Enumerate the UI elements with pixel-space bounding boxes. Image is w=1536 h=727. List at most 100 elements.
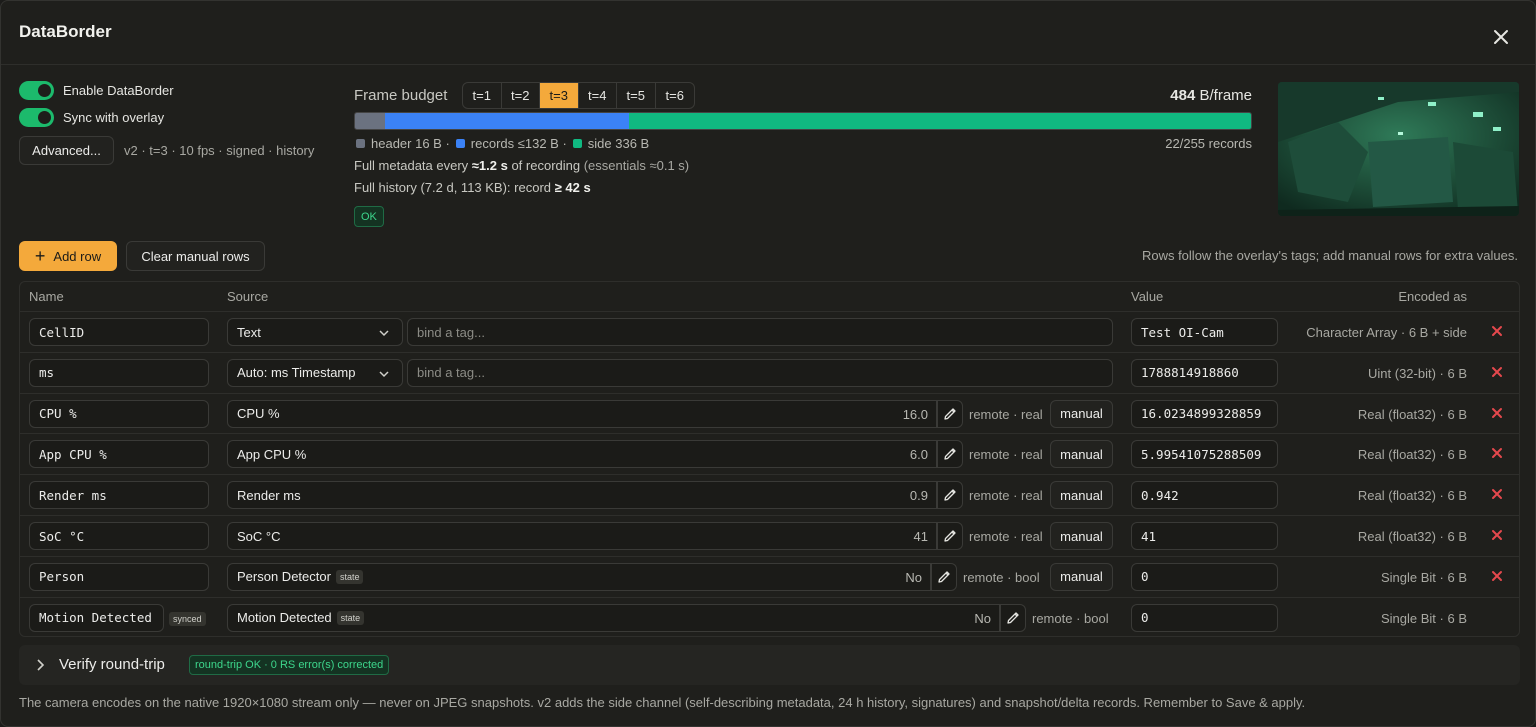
- dialog-title: DataBorder: [19, 22, 112, 41]
- manual-button[interactable]: manual: [1050, 522, 1113, 550]
- encoded-as: Character Array · 6 B + side: [1306, 325, 1467, 340]
- row-name-input[interactable]: CPU %: [29, 399, 209, 428]
- state-tag: state: [336, 610, 365, 625]
- x-delete-icon[interactable]: [1489, 405, 1505, 421]
- table-row: App CPU % App CPU % 6.0 remote · real manual…: [20, 433, 1519, 474]
- budget-segment-side: [628, 113, 1251, 129]
- row-value-input[interactable]: 0: [1131, 603, 1278, 632]
- row-name-input[interactable]: CellID: [29, 318, 209, 346]
- column-header-name: Name: [29, 289, 64, 304]
- source-reading: 0.9: [909, 488, 928, 504]
- chevron-down-icon: [378, 327, 390, 342]
- advanced-button[interactable]: Advanced...: [19, 136, 114, 165]
- budget-legend: header 16 B · records ≤132 B · side 336 …: [354, 136, 649, 151]
- x-delete-icon[interactable]: [1489, 364, 1505, 380]
- source-select[interactable]: Text: [227, 318, 403, 346]
- tab-t2[interactable]: t=2: [502, 83, 540, 108]
- tab-t3[interactable]: t=3: [540, 83, 579, 108]
- advanced-summary: v2 · t=3 · 10 fps · signed · history: [124, 143, 315, 158]
- manual-button[interactable]: manual: [1050, 481, 1113, 510]
- row-value-input[interactable]: 0.942: [1131, 481, 1278, 510]
- table-row: SoC °C SoC °C 41 remote · real manual 41 Real …: [20, 515, 1519, 556]
- source-field: SoC °C 41: [227, 522, 937, 550]
- manual-button[interactable]: manual: [1050, 562, 1113, 591]
- bind-tag-input[interactable]: bind a tag...: [407, 358, 1113, 387]
- chevron-right-icon: [37, 659, 45, 671]
- plus-icon: +: [34, 246, 46, 266]
- verify-label: Verify round-trip: [59, 656, 165, 673]
- tab-t4[interactable]: t=4: [579, 83, 617, 108]
- verify-round-trip-section[interactable]: Verify round-trip round-trip OK · 0 RS e…: [19, 645, 1520, 685]
- bytes-value: 484: [1170, 87, 1196, 104]
- add-row-button[interactable]: + Add row: [19, 241, 117, 271]
- pencil-icon[interactable]: [931, 562, 957, 591]
- row-name-input[interactable]: Person: [29, 562, 209, 591]
- pencil-icon[interactable]: [937, 399, 963, 428]
- pencil-icon[interactable]: [1000, 603, 1026, 632]
- row-name-input[interactable]: ms: [29, 358, 209, 387]
- table-row: Person Person Detector state No remote · boo…: [20, 555, 1519, 597]
- toggle-label: Sync with overlay: [63, 109, 165, 125]
- rows-table: Name Source Value Encoded as CellID Text b…: [19, 281, 1520, 637]
- row-value-input[interactable]: 16.0234899328859: [1131, 399, 1278, 428]
- budget-segment-records: [384, 113, 629, 129]
- tab-t1[interactable]: t=1: [463, 83, 502, 108]
- source-name: App CPU %: [237, 446, 307, 462]
- state-tag: state: [335, 569, 364, 584]
- pencil-icon[interactable]: [937, 522, 963, 550]
- row-value-input[interactable]: 1788814918860: [1131, 358, 1278, 387]
- row-value-input[interactable]: Test OI-Cam: [1131, 318, 1278, 346]
- manual-button[interactable]: manual: [1050, 399, 1113, 428]
- source-select[interactable]: Auto: ms Timestamp: [227, 358, 403, 387]
- encoded-as: Real (float32) · 6 B: [1357, 529, 1467, 544]
- row-name-input[interactable]: App CPU %: [29, 440, 209, 469]
- bind-tag-input[interactable]: bind a tag...: [407, 318, 1113, 346]
- side-swatch: [572, 139, 582, 148]
- sync-overlay-toggle[interactable]: [19, 107, 54, 127]
- databorder-dialog: DataBorder Enable DataBorder Sync with o…: [0, 0, 1536, 727]
- synced-tag: synced: [169, 611, 206, 626]
- frame-budget-bar: [354, 112, 1252, 130]
- camera-preview-image: [1278, 82, 1519, 216]
- source-meta: remote · real: [969, 529, 1043, 544]
- sync-overlay-toggle-row[interactable]: Sync with overlay: [19, 107, 164, 127]
- source-field: Motion Detected state No: [227, 603, 1000, 632]
- rows-hint: Rows follow the overlay's tags; add manu…: [1141, 248, 1518, 263]
- row-value-input[interactable]: 0: [1131, 562, 1278, 591]
- source-name: Motion Detected: [237, 610, 332, 626]
- table-row: CPU % CPU % 16.0 remote · real manual 16.0234…: [20, 392, 1519, 434]
- tier-tabs: t=1 t=2 t=3 t=4 t=5 t=6: [462, 82, 695, 109]
- enable-databorder-toggle-row[interactable]: Enable DataBorder: [19, 80, 174, 100]
- row-value-input[interactable]: 41: [1131, 522, 1278, 550]
- close-icon[interactable]: [1489, 25, 1513, 49]
- history-line: Full history (7.2 d, 113 KB): record ≥ 4…: [354, 180, 591, 195]
- enable-databorder-toggle[interactable]: [19, 80, 54, 100]
- x-delete-icon[interactable]: [1489, 568, 1505, 584]
- table-row: CellID Text bind a tag... Test OI-Cam Charac…: [20, 311, 1519, 352]
- legend-side: side 336 B: [587, 136, 650, 151]
- row-value-input[interactable]: 5.99541075288509: [1131, 440, 1278, 469]
- row-name-input[interactable]: Motion Detected: [29, 603, 164, 632]
- row-name-input[interactable]: SoC °C: [29, 522, 209, 550]
- tab-t6[interactable]: t=6: [656, 83, 695, 108]
- clear-manual-rows-button[interactable]: Clear manual rows: [126, 241, 265, 271]
- source-field: Person Detector state No: [227, 562, 931, 591]
- source-selected-value: Auto: ms Timestamp: [237, 365, 356, 381]
- x-delete-icon[interactable]: [1489, 445, 1505, 461]
- pencil-icon[interactable]: [937, 440, 963, 469]
- meta-text: Full metadata every: [354, 158, 472, 173]
- source-selected-value: Text: [237, 324, 261, 340]
- history-value: ≥ 42 s: [554, 180, 591, 195]
- source-meta: remote · real: [969, 447, 1043, 463]
- source-meta: remote · bool: [1032, 610, 1109, 626]
- pencil-icon[interactable]: [937, 481, 963, 510]
- row-name-input[interactable]: Render ms: [29, 481, 209, 510]
- manual-button[interactable]: manual: [1050, 440, 1113, 469]
- meta-text: of recording: [507, 158, 584, 173]
- tab-t5[interactable]: t=5: [617, 83, 656, 108]
- x-delete-icon[interactable]: [1489, 323, 1505, 339]
- x-delete-icon[interactable]: [1489, 486, 1505, 502]
- meta-value: ≈1.2 s: [471, 158, 508, 173]
- column-header-encoded: Encoded as: [1398, 289, 1467, 304]
- x-delete-icon[interactable]: [1489, 527, 1505, 543]
